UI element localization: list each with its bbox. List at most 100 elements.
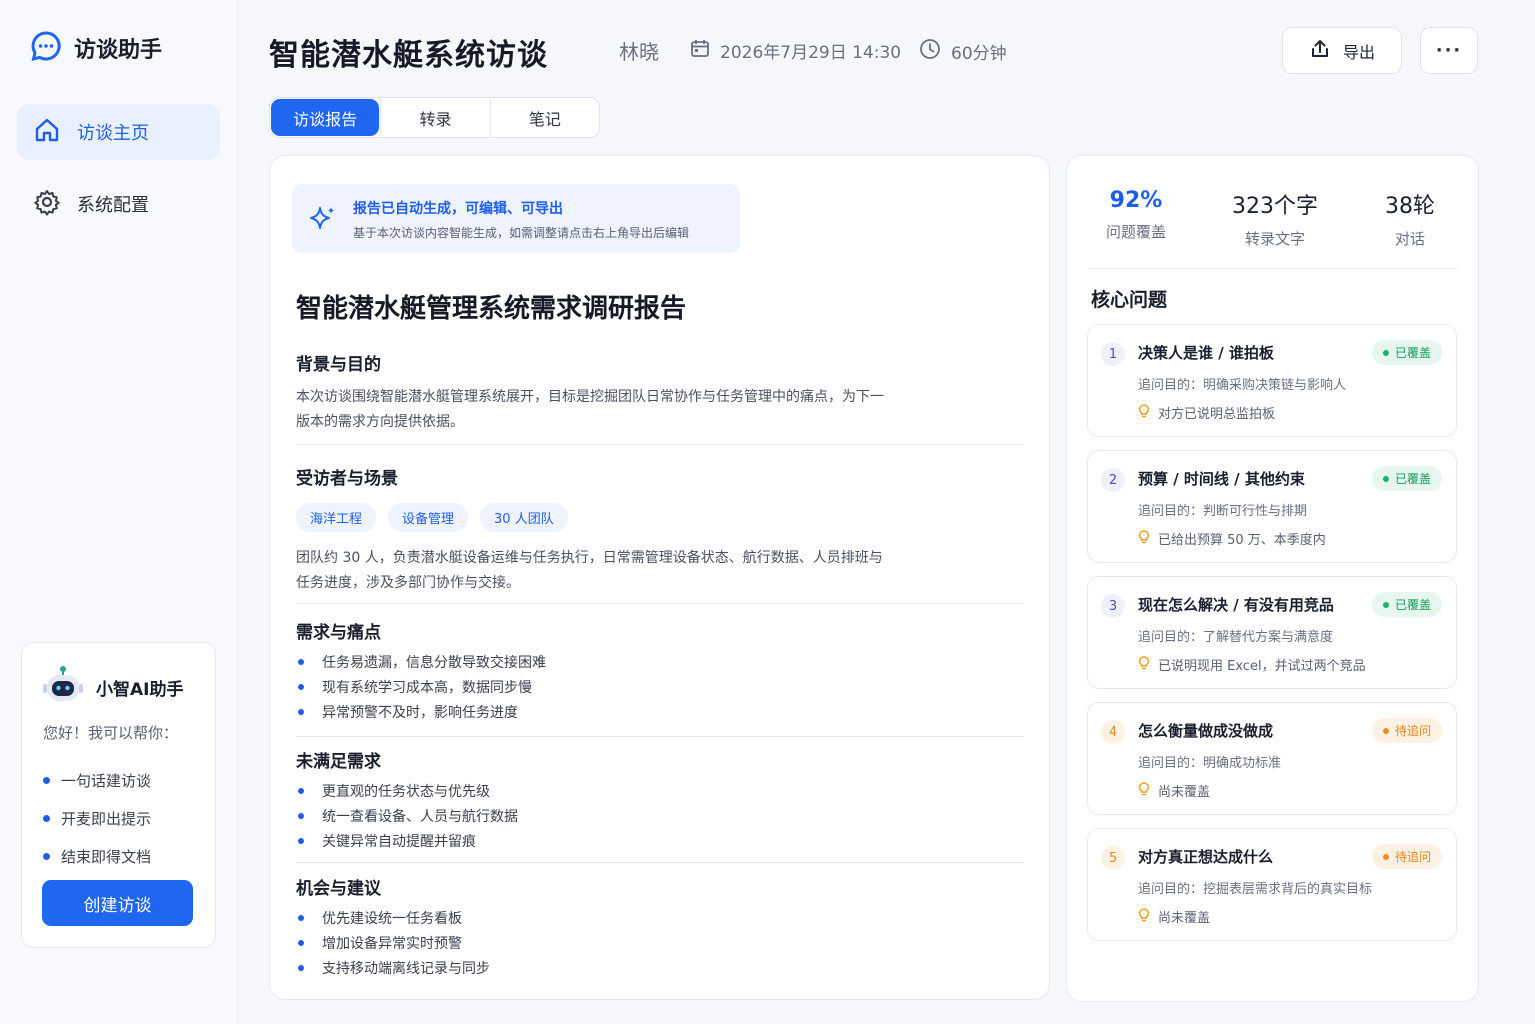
list-item: 优先建设统一任务看板 <box>296 905 1024 930</box>
divider <box>1088 268 1457 269</box>
tag: 30 人团队 <box>480 503 568 532</box>
tag: 海洋工程 <box>296 503 377 532</box>
status-badge: 已覆盖 <box>1371 592 1442 617</box>
tab-report[interactable]: 访谈报告 <box>271 99 380 136</box>
stat-transcript-words: 323个字 转录文字 <box>1215 188 1335 249</box>
section-heading: 受访者与场景 <box>296 469 398 489</box>
tab-notes[interactable]: 笔记 <box>489 98 599 137</box>
bullet-list: 更直观的任务状态与优先级 统一查看设备、人员与航行数据 关键异常自动提醒并留痕 <box>296 778 1024 853</box>
auto-generated-notice: 报告已自动生成，可编辑、可导出 基于本次访谈内容智能生成，如需调整请点击右上角导… <box>292 184 740 253</box>
question-purpose: 追问目的：明确成功标准 <box>1138 756 1282 771</box>
nav-label: 访谈主页 <box>77 123 149 144</box>
question-purpose: 追问目的：判断可行性与排期 <box>1138 504 1308 519</box>
more-button[interactable]: ··· <box>1420 27 1478 74</box>
section-unmet-needs: 未满足需求 更直观的任务状态与优先级 统一查看设备、人员与航行数据 关键异常自动… <box>296 747 1024 853</box>
divider <box>296 862 1024 863</box>
stat-rounds: 38轮 对话 <box>1350 188 1470 249</box>
core-questions-heading: 核心问题 <box>1091 289 1168 311</box>
sparkle-icon <box>308 204 338 238</box>
question-card[interactable]: 4 怎么衡量做成没做成 待追问 追问目的：明确成功标准 尚未覆盖 <box>1087 702 1457 815</box>
question-card[interactable]: 2 预算 / 时间线 / 其他约束 已覆盖 追问目的：判断可行性与排期 已给出预… <box>1087 450 1457 563</box>
question-number: 5 <box>1101 846 1125 870</box>
tag: 设备管理 <box>388 503 469 532</box>
status-badge: 已覆盖 <box>1371 466 1442 491</box>
ai-greeting: 您好！我可以帮你： <box>43 724 179 742</box>
ai-assistant-card: 小智AI助手 您好！我可以帮你： 一句话建访谈 开麦即出提示 结束即得文档 创建… <box>21 642 216 948</box>
note-text: 尚未覆盖 <box>1158 785 1211 800</box>
question-number: 4 <box>1101 720 1125 744</box>
question-title: 怎么衡量做成没做成 <box>1138 722 1274 740</box>
app-name: 访谈助手 <box>74 38 163 63</box>
list-item: 支持移动端离线记录与同步 <box>296 955 1024 980</box>
question-number: 1 <box>1101 342 1125 366</box>
section-heading: 需求与痛点 <box>296 623 381 643</box>
question-card[interactable]: 5 对方真正想达成什么 待追问 追问目的：挖掘表层需求背后的真实目标 尚未覆盖 <box>1087 828 1457 941</box>
lightbulb-icon <box>1138 781 1150 800</box>
section-suggestions: 机会与建议 优先建设统一任务看板 增加设备异常实时预警 支持移动端离线记录与同步 <box>296 874 1024 980</box>
create-interview-button[interactable]: 创建访谈 <box>42 880 193 926</box>
stat-label: 对话 <box>1394 230 1425 248</box>
report-title: 智能潜水艇管理系统需求调研报告 <box>296 294 687 324</box>
question-note: 尚未覆盖 <box>1138 781 1210 800</box>
question-note: 已说明现用 Excel，并试过两个竞品 <box>1138 655 1366 674</box>
status-badge: 待追问 <box>1371 718 1442 743</box>
datetime-meta: 2026年7月29日 14:30 <box>690 38 901 63</box>
stat-value: 323个字 <box>1232 194 1318 219</box>
ai-assistant-name: 小智AI助手 <box>96 679 184 700</box>
list-item: 异常预警不及时，影响任务进度 <box>296 699 1024 724</box>
question-purpose: 追问目的：挖掘表层需求背后的真实目标 <box>1138 882 1373 897</box>
tab-transcript[interactable]: 转录 <box>380 98 489 137</box>
share-icon <box>1309 38 1331 64</box>
interview-duration: 60分钟 <box>951 44 1007 64</box>
question-title: 现在怎么解决 / 有没有用竞品 <box>1138 596 1334 614</box>
chat-bubble-icon <box>30 30 62 66</box>
question-purpose: 追问目的：了解替代方案与满意度 <box>1138 630 1334 645</box>
duration-meta: 60分钟 <box>919 38 1007 65</box>
export-label: 导出 <box>1342 42 1375 62</box>
home-icon <box>33 116 61 149</box>
note-text: 已说明现用 Excel，并试过两个竞品 <box>1158 659 1366 674</box>
sidebar: 访谈助手 访谈主页 系统配置 小智AI助手 您好！我可以帮你： 一句话建访谈 开… <box>0 0 238 1024</box>
question-card[interactable]: 1 决策人是谁 / 谁拍板 已覆盖 追问目的：明确采购决策链与影响人 对方已说明… <box>1087 324 1457 437</box>
notice-title: 报告已自动生成，可编辑、可导出 <box>353 201 563 217</box>
divider <box>296 736 1024 737</box>
section-heading: 背景与目的 <box>296 355 381 375</box>
status-badge: 待追问 <box>1371 844 1442 869</box>
section-text: 团队约 30 人，负责潜水艇设备运维与任务执行，日常需管理设备状态、航行数据、人… <box>296 550 883 591</box>
question-title: 决策人是谁 / 谁拍板 <box>1138 344 1274 362</box>
notice-subtitle: 基于本次访谈内容智能生成，如需调整请点击右上角导出后编辑 <box>353 226 690 240</box>
app-brand: 访谈助手 <box>30 30 162 66</box>
clock-icon <box>919 38 941 65</box>
list-item: 统一查看设备、人员与航行数据 <box>296 803 1024 828</box>
section-text: 本次访谈围绕智能潜水艇管理系统展开，目标是挖掘团队日常协作与任务管理中的痛点，为… <box>296 389 884 430</box>
section-interviewee: 受访者与场景 海洋工程 设备管理 30 人团队 团队约 30 人，负责潜水艇设备… <box>296 464 1024 596</box>
question-note: 对方已说明总监拍板 <box>1138 403 1275 422</box>
tag-list: 海洋工程 设备管理 30 人团队 <box>296 503 1024 532</box>
list-item: 开麦即出提示 <box>43 799 151 837</box>
stat-coverage: 92% 问题覆盖 <box>1076 188 1196 242</box>
lightbulb-icon <box>1138 655 1150 674</box>
bullet-list: 优先建设统一任务看板 增加设备异常实时预警 支持移动端离线记录与同步 <box>296 905 1024 980</box>
list-item: 增加设备异常实时预警 <box>296 930 1024 955</box>
question-title: 预算 / 时间线 / 其他约束 <box>1138 470 1305 488</box>
list-item: 现有系统学习成本高，数据同步慢 <box>296 674 1024 699</box>
stat-value: 38轮 <box>1385 194 1435 219</box>
export-button[interactable]: 导出 <box>1282 27 1402 74</box>
interviewee-name: 林晓 <box>619 40 659 64</box>
section-heading: 机会与建议 <box>296 879 381 899</box>
stat-label: 转录文字 <box>1244 230 1305 248</box>
ai-assistant-header: 小智AI助手 <box>42 665 183 709</box>
report-panel: 报告已自动生成，可编辑、可导出 基于本次访谈内容智能生成，如需调整请点击右上角导… <box>269 155 1050 1000</box>
note-text: 对方已说明总监拍板 <box>1158 407 1276 422</box>
bullet-list: 任务易遗漏，信息分散导致交接困难 现有系统学习成本高，数据同步慢 异常预警不及时… <box>296 649 1024 724</box>
interview-datetime: 2026年7月29日 14:30 <box>720 43 902 63</box>
nav-item-settings[interactable]: 系统配置 <box>17 176 220 232</box>
nav-label: 系统配置 <box>77 195 149 216</box>
section-heading: 未满足需求 <box>296 752 381 772</box>
nav-item-home[interactable]: 访谈主页 <box>17 104 220 160</box>
question-card[interactable]: 3 现在怎么解决 / 有没有用竞品 已覆盖 追问目的：了解替代方案与满意度 已说… <box>1087 576 1457 689</box>
question-number: 2 <box>1101 468 1125 492</box>
note-text: 已给出预算 50 万、本季度内 <box>1158 533 1326 548</box>
note-text: 尚未覆盖 <box>1158 911 1211 926</box>
list-item: 任务易遗漏，信息分散导致交接困难 <box>296 649 1024 674</box>
